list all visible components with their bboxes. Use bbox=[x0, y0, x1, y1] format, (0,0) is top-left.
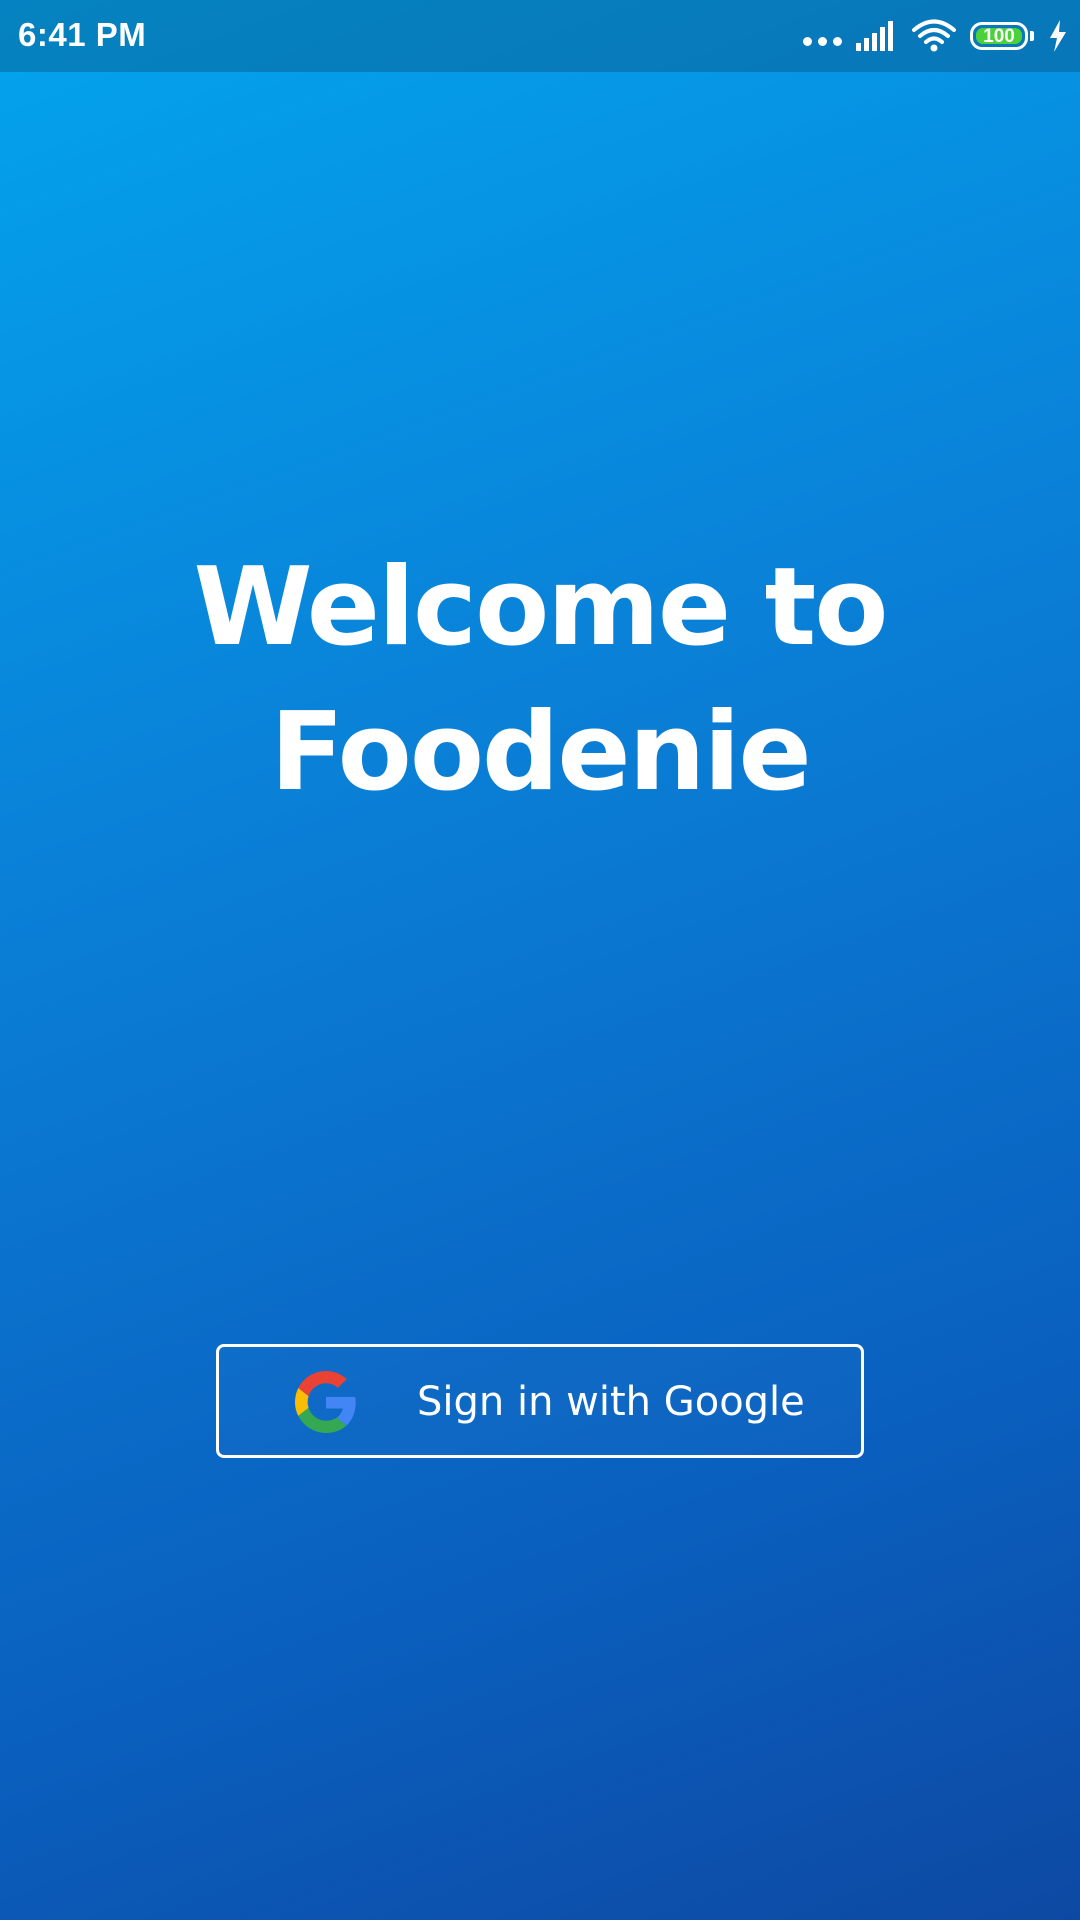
battery-level: 100 bbox=[983, 25, 1015, 47]
status-icons: 100 bbox=[803, 14, 1068, 58]
battery-icon: 100 bbox=[970, 22, 1028, 50]
more-dots-icon bbox=[803, 36, 842, 46]
sign-in-label: Sign in with Google bbox=[417, 1379, 805, 1425]
wifi-icon bbox=[912, 19, 956, 52]
welcome-line-1: Welcome to bbox=[193, 545, 889, 670]
welcome-title: Welcome to Foodenie bbox=[0, 535, 1080, 825]
status-bar: 6:41 PM 100 bbox=[0, 0, 1080, 72]
google-icon bbox=[295, 1371, 356, 1433]
battery-tip bbox=[1030, 31, 1034, 41]
signal-icon bbox=[856, 21, 893, 51]
sign-in-with-google-button[interactable]: Sign in with Google bbox=[216, 1344, 864, 1458]
welcome-line-2: Foodenie bbox=[270, 690, 812, 815]
charging-icon bbox=[1050, 20, 1066, 52]
status-time: 6:41 PM bbox=[18, 16, 147, 53]
